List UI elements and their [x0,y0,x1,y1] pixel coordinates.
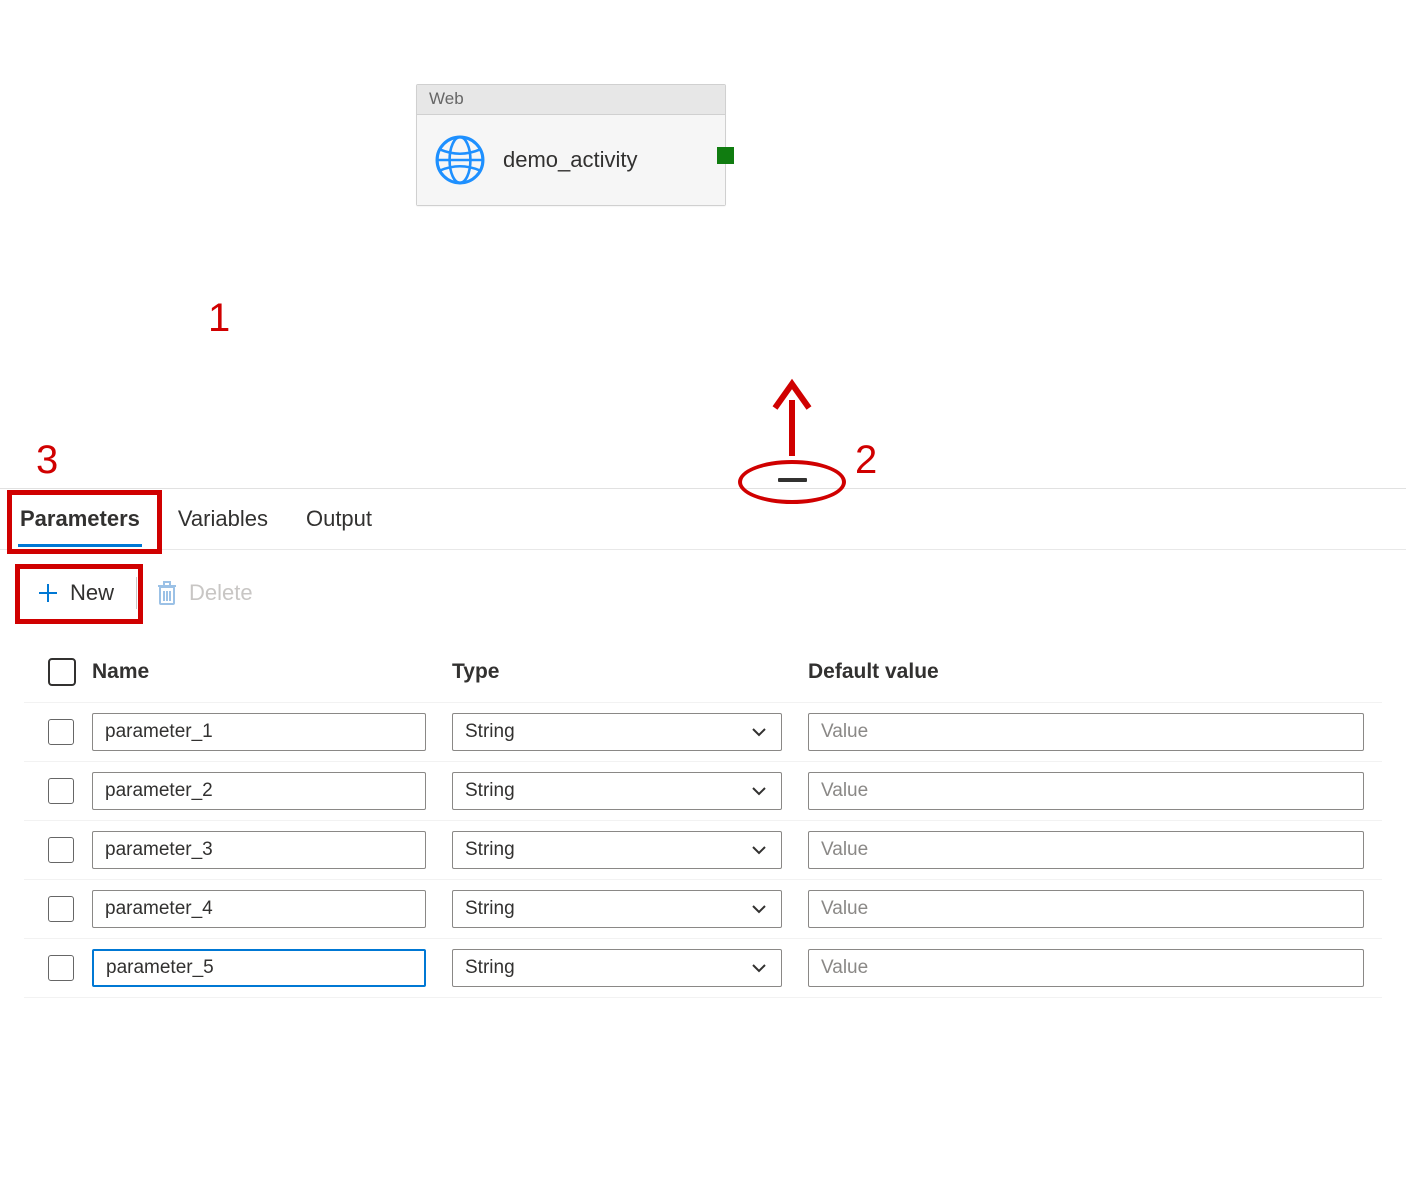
plus-icon [36,581,60,605]
param-default-input[interactable] [808,890,1364,928]
param-type-select[interactable]: String [452,831,782,869]
param-default-input[interactable] [808,772,1364,810]
tab-variables[interactable]: Variables [176,496,270,544]
table-row: String [24,938,1382,998]
param-type-value: String [465,721,515,743]
param-name-input[interactable] [92,949,426,987]
pipeline-canvas[interactable]: Web demo_activity [0,0,1406,488]
param-name-input[interactable] [92,831,426,869]
new-button-label: New [70,580,114,606]
panel-collapse-handle[interactable] [778,478,807,482]
param-type-select[interactable]: String [452,772,782,810]
param-name-input[interactable] [92,890,426,928]
activity-type-label: Web [417,85,725,115]
param-name-input[interactable] [92,713,426,751]
col-header-name: Name [92,660,452,684]
param-type-select[interactable]: String [452,890,782,928]
row-checkbox[interactable] [48,955,74,981]
activity-body: demo_activity [417,115,725,205]
panel-divider [0,488,1406,489]
param-type-select[interactable]: String [452,949,782,987]
select-all-checkbox[interactable] [48,658,76,686]
panel-tabs: Parameters Variables Output [0,496,1406,550]
param-default-input[interactable] [808,949,1364,987]
param-type-value: String [465,957,515,979]
param-name-input[interactable] [92,772,426,810]
table-row: String [24,761,1382,820]
tab-parameters[interactable]: Parameters [18,496,142,547]
table-row: String [24,879,1382,938]
param-type-select[interactable]: String [452,713,782,751]
tab-output[interactable]: Output [304,496,374,544]
chevron-down-icon [749,958,769,978]
delete-button-label: Delete [189,580,253,606]
param-default-input[interactable] [808,713,1364,751]
param-default-input[interactable] [808,831,1364,869]
activity-node-web[interactable]: Web demo_activity [416,84,726,206]
param-type-value: String [465,839,515,861]
table-row: String [24,702,1382,761]
param-type-value: String [465,780,515,802]
annotation-arrow-up-icon [767,378,817,458]
parameters-toolbar: New Delete [32,576,253,610]
col-header-type: Type [452,660,808,684]
chevron-down-icon [749,899,769,919]
col-header-default: Default value [808,660,1382,684]
chevron-down-icon [749,840,769,860]
toolbar-separator [136,577,137,609]
parameters-table: Name Type Default value String String [24,648,1382,998]
annotation-number-3: 3 [36,438,58,483]
activity-success-handle[interactable] [717,147,734,164]
table-header-row: Name Type Default value [24,648,1382,702]
row-checkbox[interactable] [48,837,74,863]
trash-icon [155,579,179,607]
row-checkbox[interactable] [48,778,74,804]
table-row: String [24,820,1382,879]
chevron-down-icon [749,722,769,742]
new-button[interactable]: New [32,576,118,610]
row-checkbox[interactable] [48,896,74,922]
activity-name: demo_activity [503,147,638,173]
delete-button: Delete [155,579,253,607]
chevron-down-icon [749,781,769,801]
annotation-number-2: 2 [855,438,877,483]
param-type-value: String [465,898,515,920]
annotation-number-1: 1 [208,296,230,341]
row-checkbox[interactable] [48,719,74,745]
globe-icon [435,135,485,185]
